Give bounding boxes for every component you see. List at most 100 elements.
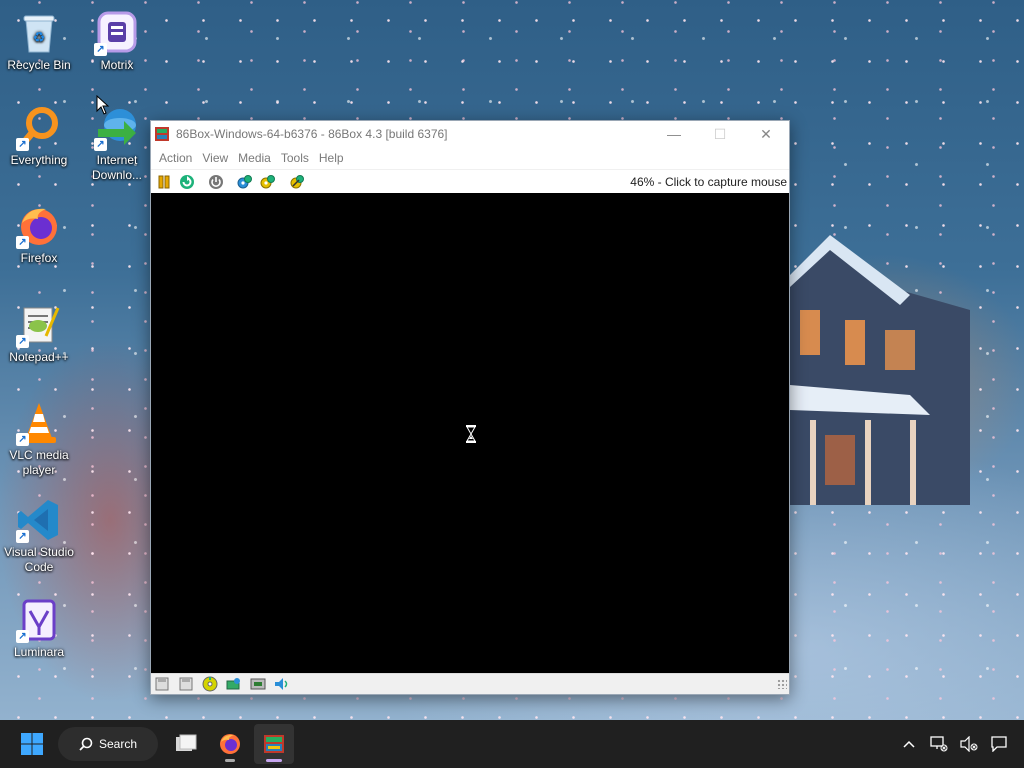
- hard-reset-button[interactable]: [258, 172, 278, 192]
- hard-disk-icon: [226, 678, 240, 690]
- desktop-icon-notepad-plus-plus[interactable]: ↗ Notepad++: [1, 302, 77, 365]
- cdrom-icon: [202, 676, 218, 692]
- network-icon: [250, 678, 266, 690]
- taskbar-firefox[interactable]: [210, 724, 250, 764]
- start-button[interactable]: [12, 724, 52, 764]
- recycle-bin-icon: ♻: [16, 10, 62, 56]
- shortcut-arrow-icon: ↗: [16, 530, 29, 543]
- reset-button[interactable]: [177, 172, 197, 192]
- minimize-button[interactable]: —: [651, 121, 697, 147]
- maximize-button[interactable]: ☐: [697, 121, 743, 147]
- desktop-icon-vscode[interactable]: ↗ Visual Studio Code: [1, 497, 77, 575]
- desktop-icon-recycle-bin[interactable]: ♻ Recycle Bin: [1, 10, 77, 73]
- floppy-2-icon: [179, 677, 193, 691]
- desktop-icon-internet-download-manager[interactable]: ↗ Internet Downlo...: [79, 105, 155, 183]
- desktop-icon-label: Internet Downlo...: [91, 153, 143, 182]
- shortcut-arrow-icon: ↗: [16, 138, 29, 151]
- svg-text:♻: ♻: [33, 29, 46, 45]
- speaker-muted-icon: [960, 736, 978, 752]
- window-statusbar: [151, 673, 789, 694]
- windows-logo-icon: [21, 733, 43, 755]
- menu-media[interactable]: Media: [233, 151, 276, 165]
- mouse-pointer-icon: [96, 95, 110, 115]
- vlc-icon: ↗: [16, 400, 62, 446]
- menu-help[interactable]: Help: [314, 151, 349, 165]
- shortcut-arrow-icon: ↗: [94, 138, 107, 151]
- active-indicator: [266, 759, 282, 762]
- power-button[interactable]: [206, 172, 226, 192]
- system-tray: [896, 729, 1012, 759]
- 86box-app-icon: [155, 127, 169, 141]
- everything-icon: ↗: [16, 105, 62, 151]
- file-explorer-icon: [176, 734, 197, 751]
- sound-button[interactable]: [273, 675, 291, 693]
- capture-mouse-status[interactable]: 46% - Click to capture mouse: [630, 175, 789, 189]
- window-titlebar[interactable]: 86Box-Windows-64-b6376 - 86Box 4.3 [buil…: [151, 121, 789, 147]
- toolbar: 46% - Click to capture mouse: [151, 169, 789, 193]
- desktop-icon-everything[interactable]: ↗ Everything: [1, 105, 77, 168]
- taskbar-search[interactable]: Search: [58, 727, 158, 761]
- firefox-icon: [220, 734, 240, 754]
- desktop-icon-label: Firefox: [20, 251, 58, 265]
- desktop-icon-label: Everything: [10, 153, 68, 167]
- cdrom-button[interactable]: [201, 675, 219, 693]
- desktop-icon-label: Visual Studio Code: [4, 545, 74, 574]
- sound-icon: [275, 678, 288, 690]
- 86box-window: 86Box-Windows-64-b6376 - 86Box 4.3 [buil…: [150, 120, 790, 695]
- motrix-icon: ↗: [94, 10, 140, 56]
- desktop-icon-vlc[interactable]: ↗ VLC media player: [1, 400, 77, 478]
- volume-button[interactable]: [956, 729, 982, 759]
- desktop-icon-label: VLC media player: [9, 448, 69, 477]
- notification-icon: [991, 736, 1007, 752]
- network-button[interactable]: [249, 675, 267, 693]
- notifications-button[interactable]: [986, 729, 1012, 759]
- running-indicator: [225, 759, 235, 762]
- desktop-icon-label: Motrix: [100, 58, 134, 72]
- menu-action[interactable]: Action: [154, 151, 197, 165]
- desktop-icon-firefox[interactable]: ↗ Firefox: [1, 203, 77, 266]
- resize-grip[interactable]: [777, 679, 787, 689]
- settings-icon: [237, 174, 252, 188]
- search-label: Search: [98, 737, 138, 751]
- network-status-button[interactable]: [926, 729, 952, 759]
- luminara-icon: ↗: [16, 597, 62, 643]
- shortcut-arrow-icon: ↗: [16, 433, 29, 446]
- shortcut-arrow-icon: ↗: [94, 43, 107, 56]
- search-icon: [79, 737, 93, 751]
- chevron-up-icon: [903, 740, 915, 748]
- hourglass-cursor-icon: [466, 425, 476, 443]
- menu-view[interactable]: View: [197, 151, 233, 165]
- ctrl-alt-del-button[interactable]: [287, 172, 307, 192]
- shortcut-arrow-icon: ↗: [16, 335, 29, 348]
- desktop-icon-label: Recycle Bin: [7, 58, 71, 72]
- pause-button[interactable]: [154, 172, 174, 192]
- floppy-1-icon: [155, 677, 169, 691]
- taskbar-86box[interactable]: [254, 724, 294, 764]
- desktop-icon-label: Luminara: [13, 645, 65, 659]
- floppy-1-button[interactable]: [153, 675, 171, 693]
- vscode-icon: ↗: [16, 497, 62, 543]
- close-button[interactable]: ✕: [743, 121, 789, 147]
- desktop-icon-label: Notepad++: [9, 350, 69, 364]
- taskbar: Search: [0, 720, 1024, 768]
- floppy-2-button[interactable]: [177, 675, 195, 693]
- emulator-screen[interactable]: [151, 193, 789, 673]
- wallpaper-house: [790, 235, 970, 505]
- notepad-plus-plus-icon: ↗: [16, 302, 62, 348]
- desktop-icon-motrix[interactable]: ↗ Motrix: [79, 10, 155, 73]
- taskbar-file-explorer[interactable]: [166, 724, 206, 764]
- menu-tools[interactable]: Tools: [276, 151, 314, 165]
- desktop-icon-luminara[interactable]: ↗ Luminara: [1, 597, 77, 660]
- shortcut-arrow-icon: ↗: [16, 236, 29, 249]
- menu-bar: Action View Media Tools Help: [151, 147, 789, 169]
- shortcut-arrow-icon: ↗: [16, 630, 29, 643]
- power-icon: [209, 174, 223, 189]
- settings-button[interactable]: [235, 172, 255, 192]
- pause-icon: [158, 175, 170, 188]
- window-title: 86Box-Windows-64-b6376 - 86Box 4.3 [buil…: [176, 127, 448, 141]
- hard-disk-button[interactable]: [225, 675, 243, 693]
- network-disconnected-icon: [930, 736, 948, 752]
- hard-reset-icon: [260, 174, 275, 188]
- firefox-icon: ↗: [16, 203, 62, 249]
- show-hidden-icons-button[interactable]: [896, 729, 922, 759]
